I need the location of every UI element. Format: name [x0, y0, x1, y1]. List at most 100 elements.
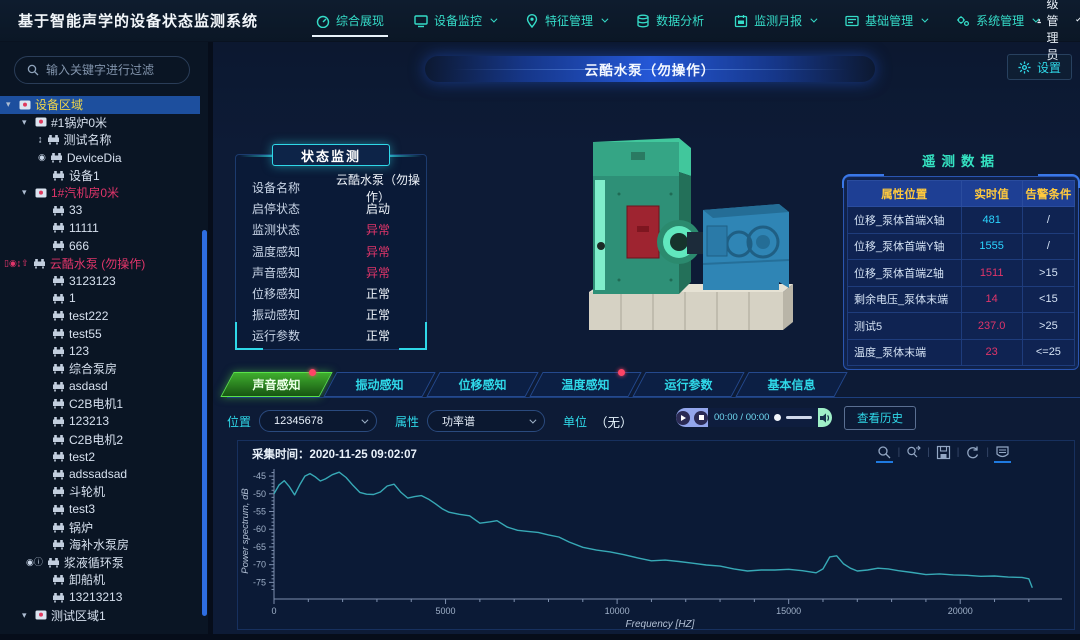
tree-item[interactable]: test3: [0, 501, 200, 519]
save-image-icon[interactable]: [936, 445, 951, 460]
nav-item-calendar[interactable]: 监测月报: [734, 0, 815, 41]
telemetry-row[interactable]: 位移_泵体首端X轴481/: [848, 207, 1075, 234]
tree-item[interactable]: ◉DeviceDia: [0, 149, 200, 167]
nav-item-dashboard[interactable]: 综合展现: [316, 0, 384, 41]
zoom-select-icon[interactable]: [877, 445, 892, 460]
user-menu[interactable]: 超级管理员: [1037, 0, 1078, 63]
nav-item-card[interactable]: 基础管理: [845, 0, 926, 41]
tree-item[interactable]: test222: [0, 307, 200, 325]
status-value: 正常: [330, 327, 426, 344]
tree-item[interactable]: 海补水泵房: [0, 536, 200, 554]
telemetry-header: 告警条件: [1022, 181, 1074, 207]
gears-icon: [956, 14, 970, 28]
device-icon: [52, 381, 65, 392]
telemetry-row[interactable]: 剩余电压_泵体末端14<15: [848, 286, 1075, 313]
tree-item[interactable]: asdasd: [0, 378, 200, 396]
telemetry-row[interactable]: 温度_泵体末端23<=25: [848, 339, 1075, 366]
expand-arrow-icon[interactable]: ▾: [22, 187, 31, 198]
tree-item[interactable]: 123: [0, 342, 200, 360]
tree-item[interactable]: ↨测试名称: [0, 131, 200, 149]
gear-icon: [1018, 61, 1031, 74]
sidebar-scrollbar[interactable]: [202, 230, 207, 616]
player-slider-track[interactable]: [786, 416, 812, 419]
svg-text:0: 0: [271, 606, 276, 616]
nav-item-database[interactable]: 数据分析: [636, 0, 704, 41]
telemetry-value: 14: [961, 286, 1022, 313]
tree-item[interactable]: 33: [0, 202, 200, 220]
expand-arrow-icon[interactable]: ▾: [22, 610, 31, 621]
nav-item-monitor[interactable]: 设备监控: [414, 0, 495, 41]
position-select[interactable]: 12345678: [259, 410, 377, 432]
player-slider-knob[interactable]: [774, 414, 781, 421]
tree-item[interactable]: C2B电机2: [0, 430, 200, 448]
svg-text:-65: -65: [253, 542, 266, 552]
tree-item[interactable]: 卸船机: [0, 571, 200, 589]
tree-item-label: 测试名称: [64, 131, 112, 148]
tab-声音感知[interactable]: 声音感知: [227, 372, 326, 397]
tree-item[interactable]: 1: [0, 290, 200, 308]
tree-filter-input[interactable]: [46, 63, 176, 77]
tree-item[interactable]: ▯◉↨⇧云酷水泵 (勿操作): [0, 254, 200, 272]
stop-button[interactable]: [694, 411, 708, 425]
tree-item[interactable]: 11111: [0, 219, 200, 237]
tree-item[interactable]: 锅炉: [0, 518, 200, 536]
position-label: 位置: [227, 413, 251, 430]
chart-panel: 采集时间：2020-11-25 09:02:07 | | | |: [237, 440, 1075, 630]
status-mini-icons: ▯◉↨⇧: [4, 259, 29, 268]
expand-arrow-icon[interactable]: ▾: [22, 117, 31, 128]
spectrum-chart[interactable]: -45-50-55-60-65-70-750500010000150002000…: [238, 463, 1074, 629]
pump-3d-model[interactable]: [531, 114, 831, 354]
player-time: 00:00 / 00:00: [714, 412, 769, 423]
device-icon: [52, 293, 65, 304]
tab-label: 位移感知: [433, 372, 532, 397]
telemetry-row[interactable]: 位移_泵体首端Y轴1555/: [848, 233, 1075, 260]
play-button[interactable]: [676, 411, 690, 425]
page-title: 云酷水泵（勿操作）: [585, 59, 716, 79]
tab-运行参数[interactable]: 运行参数: [639, 372, 738, 397]
status-value: 正常: [330, 306, 426, 323]
tree-item[interactable]: 3123123: [0, 272, 200, 290]
tree-item[interactable]: ◉ⓘ浆液循环泵: [0, 553, 200, 571]
tree-item[interactable]: test2: [0, 448, 200, 466]
tree-item[interactable]: ▾设备区域: [0, 96, 200, 114]
status-label: 声音感知: [252, 264, 330, 281]
tab-温度感知[interactable]: 温度感知: [536, 372, 635, 397]
tab-振动感知[interactable]: 振动感知: [330, 372, 429, 397]
data-view-icon[interactable]: [995, 445, 1010, 460]
tree-item[interactable]: 斗轮机: [0, 483, 200, 501]
refresh-icon[interactable]: [965, 445, 980, 460]
nav-item-pin[interactable]: 特征管理: [525, 0, 606, 41]
tree-item[interactable]: 123213: [0, 413, 200, 431]
telemetry-row[interactable]: 位移_泵体首端Z轴1511>15: [848, 260, 1075, 287]
tree-item[interactable]: ▾测试区域1: [0, 606, 200, 624]
tree-item[interactable]: C2B电机1: [0, 395, 200, 413]
tab-位移感知[interactable]: 位移感知: [433, 372, 532, 397]
attribute-select[interactable]: 功率谱: [427, 410, 545, 432]
status-row: 启停状态启动: [236, 198, 426, 219]
tree-item[interactable]: 综合泵房: [0, 360, 200, 378]
telemetry-name: 测试5: [848, 313, 962, 340]
tree-item-label: C2B电机1: [69, 395, 123, 412]
audio-player: 00:00 / 00:00: [676, 408, 832, 427]
tree-item[interactable]: 设备1: [0, 166, 200, 184]
tree-item[interactable]: adssadsad: [0, 465, 200, 483]
telemetry-row[interactable]: 测试5237.0>25: [848, 313, 1075, 340]
status-label: 启停状态: [252, 200, 330, 217]
expand-arrow-icon[interactable]: ▾: [6, 99, 15, 110]
view-history-button[interactable]: 查看历史: [844, 406, 916, 430]
zoom-reset-icon[interactable]: [906, 445, 921, 460]
svg-text:-55: -55: [253, 507, 266, 517]
tree-item[interactable]: ▾#1锅炉0米: [0, 114, 200, 132]
nav-item-gears[interactable]: 系统管理: [956, 0, 1037, 41]
dashboard-icon: [316, 14, 330, 28]
device-icon: [52, 539, 65, 550]
tree-item[interactable]: test55: [0, 325, 200, 343]
search-box: [14, 56, 190, 84]
tree-item[interactable]: 13213213: [0, 589, 200, 607]
tree-item[interactable]: 666: [0, 237, 200, 255]
tree-item-label: 斗轮机: [69, 483, 105, 500]
tree-item[interactable]: ▾1#汽机房0米: [0, 184, 200, 202]
status-row: 振动感知正常: [236, 304, 426, 325]
player-volume[interactable]: [818, 408, 832, 427]
tab-基本信息[interactable]: 基本信息: [742, 372, 841, 397]
